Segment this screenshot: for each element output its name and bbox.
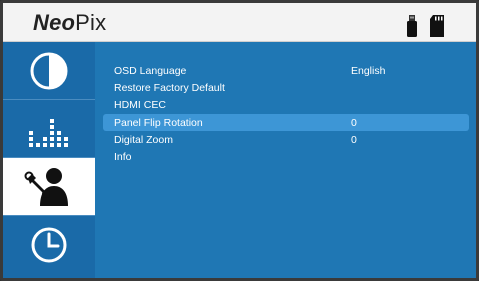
clock-icon (29, 225, 69, 265)
logo-bold-text: Neo (33, 10, 76, 35)
menu-item-label: OSD Language (114, 65, 187, 77)
contrast-icon (29, 51, 69, 91)
settings-person-icon (24, 166, 74, 208)
menu-item-label: HDMI CEC (114, 99, 166, 111)
menu-item-digital-zoom[interactable]: Digital Zoom 0 (103, 131, 469, 148)
menu-item-restore-factory-default[interactable]: Restore Factory Default (103, 79, 469, 96)
header-bar: NeoPix (3, 3, 476, 42)
menu-item-label: Digital Zoom (114, 134, 173, 146)
tab-picture[interactable] (3, 42, 95, 100)
menu-item-hdmi-cec[interactable]: HDMI CEC (103, 96, 469, 113)
tab-time[interactable] (3, 216, 95, 274)
menu-item-label: Panel Flip Rotation (114, 117, 203, 129)
logo-regular-text: Pix (75, 10, 107, 35)
menu-item-panel-flip-rotation[interactable]: Panel Flip Rotation 0 (103, 114, 469, 131)
tab-sound[interactable] (3, 100, 95, 158)
settings-panel: OSD Language English Restore Factory Def… (95, 42, 476, 278)
brand-logo: NeoPix (33, 10, 106, 36)
menu-item-osd-language[interactable]: OSD Language English (103, 62, 469, 79)
category-sidebar (3, 42, 95, 278)
tab-settings[interactable] (3, 158, 95, 216)
menu-item-value: 0 (351, 134, 357, 146)
equalizer-icon (27, 111, 71, 147)
menu-item-label: Restore Factory Default (114, 82, 225, 94)
menu-item-label: Info (114, 151, 132, 163)
usb-drive-icon (401, 14, 423, 38)
sd-card-icon (427, 14, 449, 38)
menu-item-value: 0 (351, 117, 357, 129)
menu-item-value: English (351, 65, 386, 77)
menu-item-info[interactable]: Info (103, 148, 469, 165)
